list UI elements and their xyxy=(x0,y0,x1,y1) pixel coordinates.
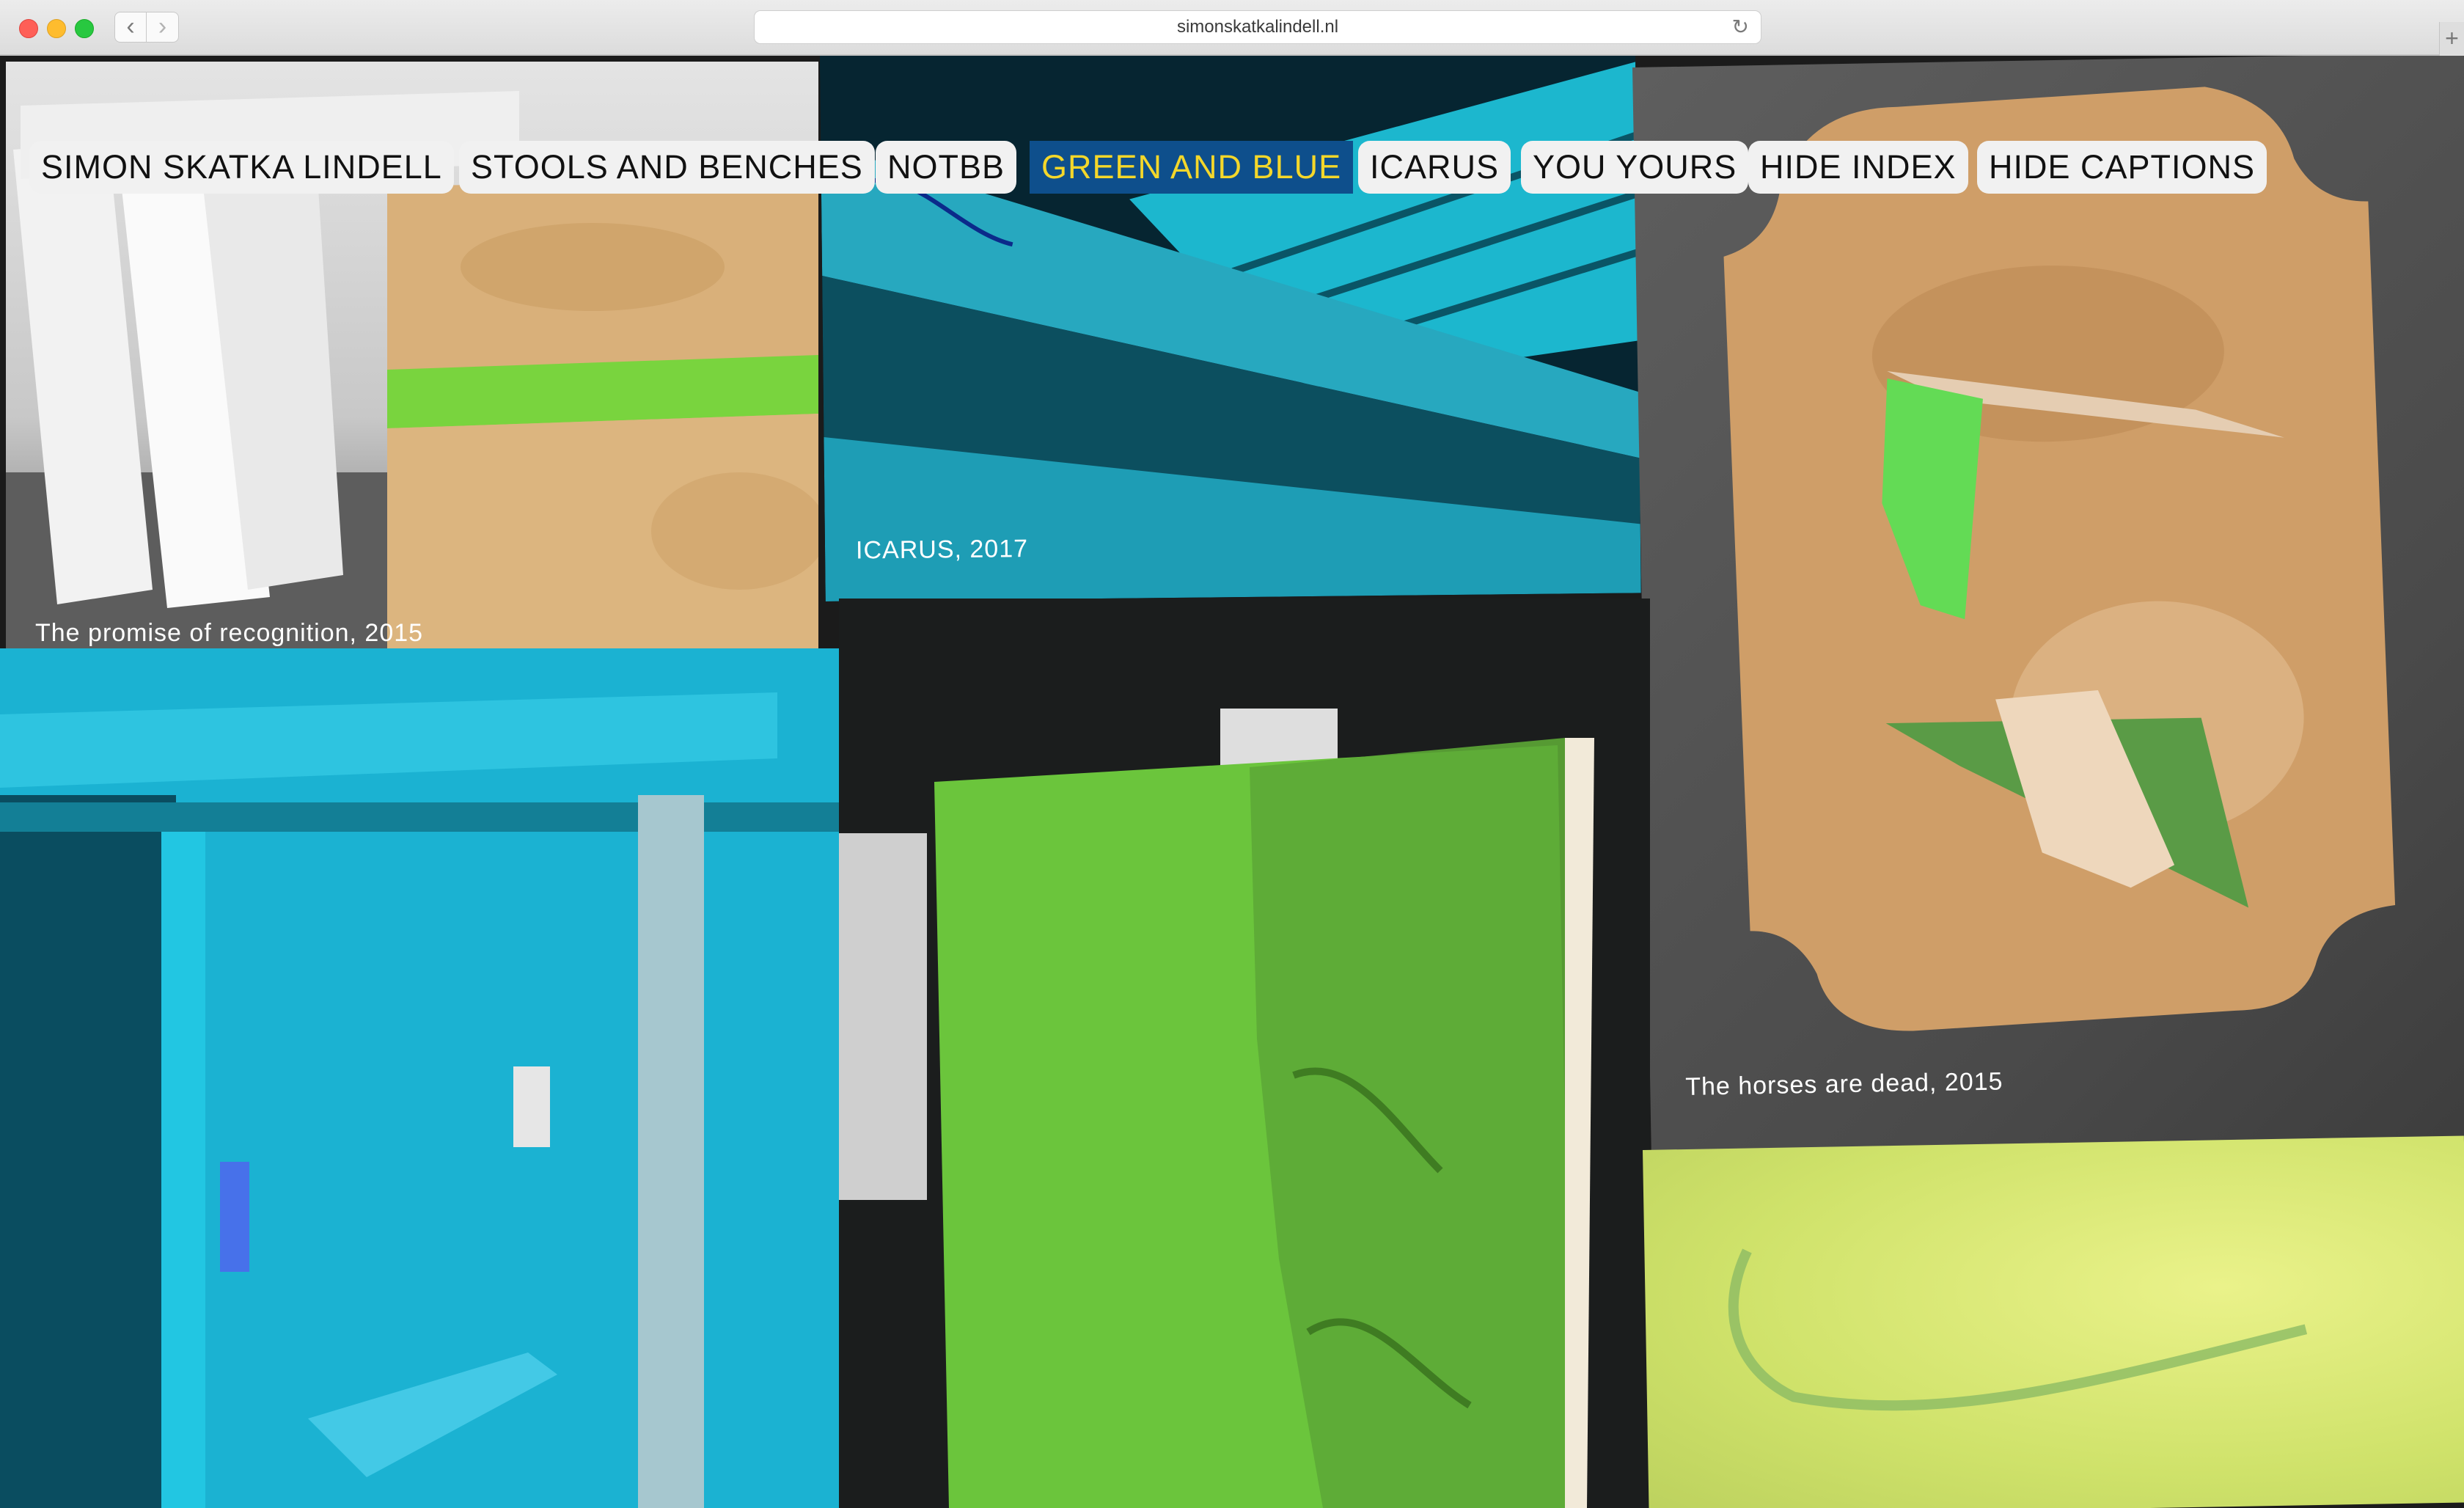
yellow-green-illustration xyxy=(1728,1248,2308,1411)
address-bar[interactable]: simonskatkalindell.nl ↻ xyxy=(754,10,1761,44)
nav-item-stools-and-benches[interactable]: STOOLS AND BENCHES xyxy=(459,141,875,194)
nav-item-icarus[interactable]: ICARUS xyxy=(1358,141,1511,194)
plus-icon: + xyxy=(2445,25,2459,51)
browser-toolbar: ‹ › simonskatkalindell.nl ↻ + xyxy=(0,0,2464,56)
nav-item-notbb[interactable]: NOTBB xyxy=(876,141,1017,194)
reload-icon[interactable]: ↻ xyxy=(1732,11,1749,43)
nav-item-green-and-blue[interactable]: GREEN AND BLUE xyxy=(1030,141,1354,194)
artwork-image-blue-pergola[interactable] xyxy=(0,648,839,1508)
url-text: simonskatkalindell.nl xyxy=(1176,17,1339,37)
plywood-shelves-illustration xyxy=(1723,87,2396,1031)
minimize-window-icon[interactable] xyxy=(47,19,66,38)
nav-item-simon-skatka-lindell[interactable]: SIMON SKATKA LINDELL xyxy=(29,141,454,194)
icarus-beams-illustration xyxy=(820,56,1641,601)
back-button[interactable]: ‹ xyxy=(114,12,147,43)
nav-item-hide-captions[interactable]: HIDE CAPTIONS xyxy=(1977,141,2267,194)
chevron-left-icon: ‹ xyxy=(126,12,135,40)
nav-item-hide-index[interactable]: HIDE INDEX xyxy=(1748,141,1968,194)
caption-horses-are-dead: The horses are dead, 2015 xyxy=(1684,1067,2003,1101)
artwork-image-yellow-green[interactable] xyxy=(1643,1135,2464,1508)
caption-promise-of-recognition: The promise of recognition, 2015 xyxy=(35,619,424,647)
new-tab-button[interactable]: + xyxy=(2439,22,2464,56)
close-window-icon[interactable] xyxy=(19,19,38,38)
forward-button[interactable]: › xyxy=(147,12,179,43)
chevron-right-icon: › xyxy=(158,12,167,40)
zoom-window-icon[interactable] xyxy=(75,19,94,38)
green-screen-illustration xyxy=(839,599,1650,1508)
nav-item-you-yours[interactable]: YOU YOURS xyxy=(1521,141,1749,194)
blue-pergola-illustration xyxy=(0,648,839,1508)
caption-icarus: ICARUS, 2017 xyxy=(855,535,1029,565)
artwork-image-icarus[interactable]: ICARUS, 2017 xyxy=(820,56,1641,601)
artwork-image-horses-are-dead[interactable]: The horses are dead, 2015 xyxy=(1632,56,2464,1168)
image-collage: The promise of recognition, 2015 ICARUS,… xyxy=(0,56,2464,1508)
artwork-image-green-screen[interactable] xyxy=(839,599,1650,1508)
